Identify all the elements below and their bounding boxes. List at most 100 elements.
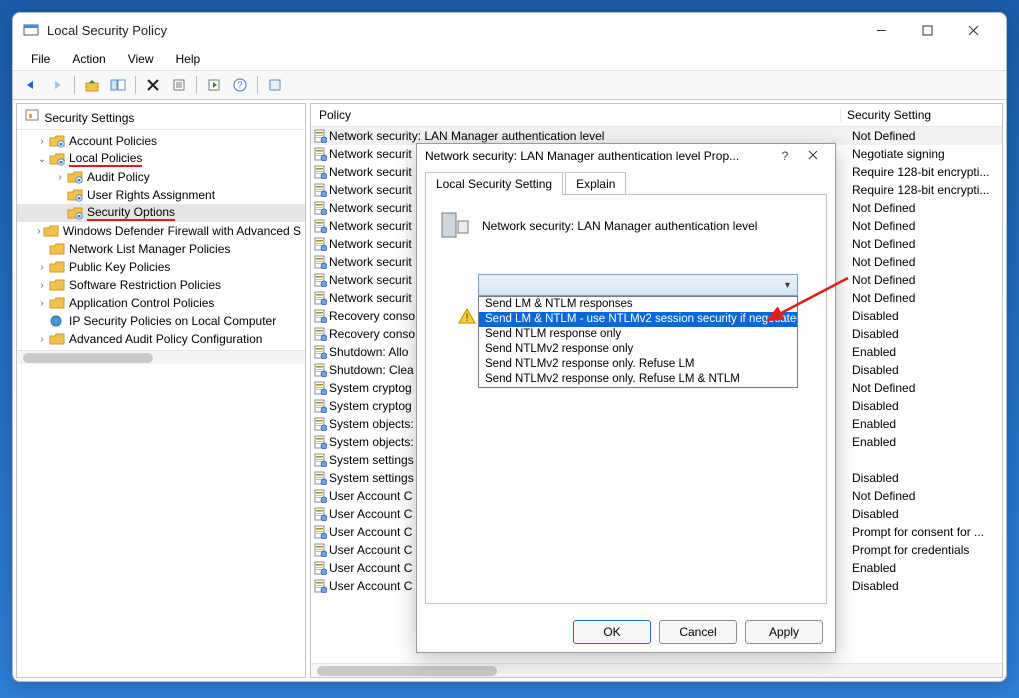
- delete-button[interactable]: [141, 74, 165, 96]
- menu-view[interactable]: View: [118, 50, 164, 68]
- dialog-title: Network security: LAN Manager authentica…: [425, 149, 771, 163]
- back-button[interactable]: [19, 74, 43, 96]
- tree-node[interactable]: Network List Manager Policies: [17, 240, 305, 258]
- forward-button[interactable]: [45, 74, 69, 96]
- menubar: File Action View Help: [13, 47, 1006, 71]
- policy-setting: Not Defined: [848, 489, 1002, 503]
- folder-icon: [49, 242, 65, 256]
- auth-level-combo[interactable]: ! ▾ Send LM & NTLM responsesSend LM & NT…: [478, 274, 798, 296]
- minimize-button[interactable]: [858, 16, 904, 44]
- folder-icon: [49, 278, 65, 292]
- menu-help[interactable]: Help: [166, 50, 211, 68]
- toolbar: ?: [13, 71, 1006, 100]
- tree-label: Software Restriction Policies: [69, 278, 221, 292]
- policy-icon: [311, 471, 329, 485]
- combo-option[interactable]: Send NTLM response only: [479, 327, 797, 342]
- policy-icon: [311, 291, 329, 305]
- svg-text:!: !: [465, 312, 468, 324]
- combo-option[interactable]: Send NTLMv2 response only: [479, 342, 797, 357]
- chevron-down-icon: ▾: [785, 280, 790, 291]
- tree-node[interactable]: ›Software Restriction Policies: [17, 276, 305, 294]
- svg-text:?: ?: [237, 80, 242, 90]
- tree-node[interactable]: ›Advanced Audit Policy Configuration: [17, 330, 305, 348]
- tree-node[interactable]: ›Public Key Policies: [17, 258, 305, 276]
- tree-node[interactable]: ›Audit Policy: [17, 168, 305, 186]
- policy-icon: [311, 237, 329, 251]
- tree-node[interactable]: User Rights Assignment: [17, 186, 305, 204]
- properties-button[interactable]: [167, 74, 191, 96]
- cancel-button[interactable]: Cancel: [659, 620, 737, 644]
- tree-node[interactable]: ›Windows Defender Firewall with Advanced…: [17, 222, 305, 240]
- policy-setting: Not Defined: [848, 273, 1002, 287]
- list-scrollbar[interactable]: [311, 663, 1002, 677]
- policy-setting: Enabled: [848, 435, 1002, 449]
- policy-icon: [311, 255, 329, 269]
- tree-node[interactable]: ›Account Policies: [17, 132, 305, 150]
- export-button[interactable]: [202, 74, 226, 96]
- tree-node[interactable]: ⌄Local Policies: [17, 150, 305, 168]
- tree-node[interactable]: IP Security Policies on Local Computer: [17, 312, 305, 330]
- combo-option[interactable]: Send NTLMv2 response only. Refuse LM: [479, 357, 797, 372]
- policy-setting: Enabled: [848, 345, 1002, 359]
- tree-scrollbar[interactable]: [17, 350, 305, 364]
- combo-option[interactable]: Send NTLMv2 response only. Refuse LM & N…: [479, 372, 797, 387]
- tree-label: Public Key Policies: [69, 260, 170, 274]
- refresh-button[interactable]: [263, 74, 287, 96]
- tree-node[interactable]: ›Application Control Policies: [17, 294, 305, 312]
- policy-setting: Not Defined: [848, 201, 1002, 215]
- policy-setting: Disabled: [848, 399, 1002, 413]
- tree-panel[interactable]: Security Settings ›Account Policies⌄Loca…: [16, 103, 306, 678]
- policy-setting: Disabled: [848, 507, 1002, 521]
- folder-icon: [49, 296, 65, 310]
- policy-icon: [311, 309, 329, 323]
- policy-icon: [311, 183, 329, 197]
- combo-option[interactable]: Send LM & NTLM - use NTLMv2 session secu…: [479, 312, 797, 327]
- tree-label: Windows Defender Firewall with Advanced …: [63, 224, 301, 238]
- dialog-close-button[interactable]: [799, 149, 827, 163]
- policy-icon: [311, 327, 329, 341]
- policy-icon: [311, 345, 329, 359]
- policy-icon: [311, 507, 329, 521]
- dialog-help-button[interactable]: ?: [771, 149, 799, 163]
- policy-setting: Prompt for credentials: [848, 543, 1002, 557]
- maximize-button[interactable]: [904, 16, 950, 44]
- tree-node[interactable]: Security Options: [17, 204, 305, 222]
- policy-setting: Disabled: [848, 327, 1002, 341]
- folder-badge-icon: [67, 206, 83, 220]
- policy-setting: Disabled: [848, 363, 1002, 377]
- menu-action[interactable]: Action: [62, 50, 115, 68]
- up-folder-button[interactable]: [80, 74, 104, 96]
- warning-icon: !: [458, 308, 476, 327]
- column-policy[interactable]: Policy: [319, 108, 840, 122]
- tree-label: Account Policies: [69, 134, 157, 148]
- tab-explain[interactable]: Explain: [565, 172, 626, 195]
- tree-label: Advanced Audit Policy Configuration: [69, 332, 262, 346]
- policy-setting: Enabled: [848, 417, 1002, 431]
- show-hide-tree-button[interactable]: [106, 74, 130, 96]
- policy-setting: Not Defined: [848, 255, 1002, 269]
- folder-icon: [49, 332, 65, 346]
- policy-setting: Not Defined: [848, 219, 1002, 233]
- policy-setting: Require 128-bit encrypti...: [848, 183, 1002, 197]
- combo-dropdown-list[interactable]: Send LM & NTLM responsesSend LM & NTLM -…: [478, 296, 798, 388]
- help-button[interactable]: ?: [228, 74, 252, 96]
- folder-badge-icon: [49, 134, 65, 148]
- ok-button[interactable]: OK: [573, 620, 651, 644]
- policy-setting: Not Defined: [848, 129, 1002, 143]
- policy-setting: Not Defined: [848, 291, 1002, 305]
- policy-name: Network security: LAN Manager authentica…: [329, 129, 848, 143]
- policy-setting: Not Defined: [848, 237, 1002, 251]
- policy-icon: [311, 219, 329, 233]
- policy-icon: [311, 579, 329, 593]
- combo-option[interactable]: Send LM & NTLM responses: [479, 297, 797, 312]
- column-setting[interactable]: Security Setting: [840, 108, 994, 122]
- policy-icon: [311, 525, 329, 539]
- menu-file[interactable]: File: [21, 50, 60, 68]
- apply-button[interactable]: Apply: [745, 620, 823, 644]
- tab-local-security-setting[interactable]: Local Security Setting: [425, 172, 563, 195]
- policy-setting: Require 128-bit encrypti...: [848, 165, 1002, 179]
- close-button[interactable]: [950, 16, 996, 44]
- policy-setting: Negotiate signing: [848, 147, 1002, 161]
- policy-icon: [311, 489, 329, 503]
- tree-label: Network List Manager Policies: [69, 242, 230, 256]
